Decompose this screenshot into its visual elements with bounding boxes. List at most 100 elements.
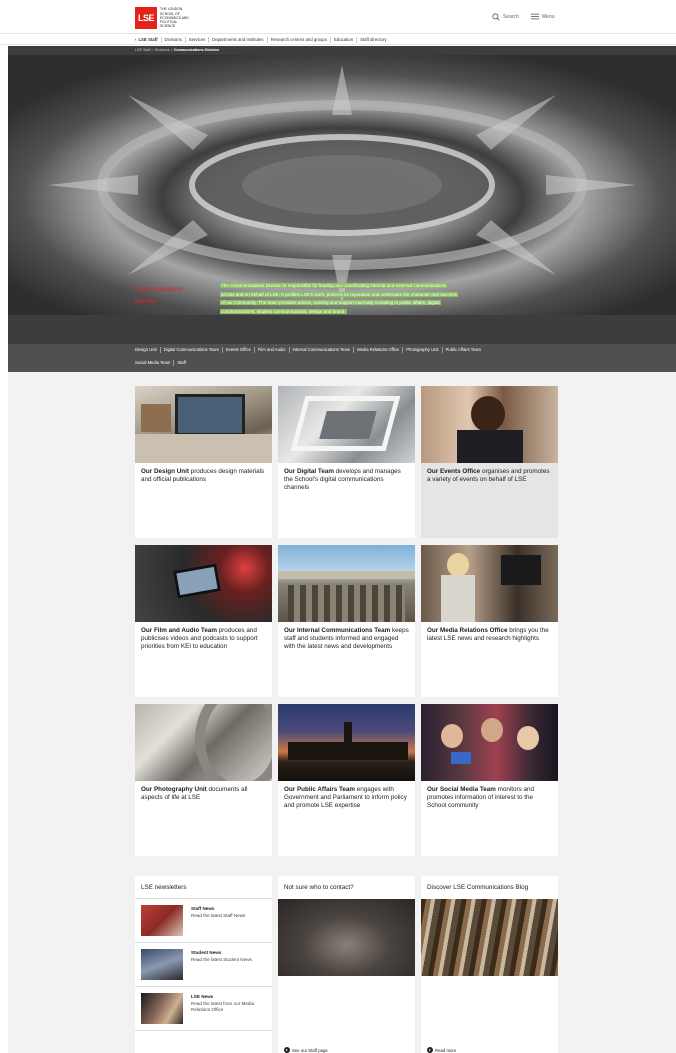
subnav-staff[interactable]: Staff [174,360,189,366]
card-digital-team[interactable]: Our Digital Team develops and manages th… [278,386,415,538]
breadcrumb-separator: > [170,48,173,52]
hero-banner: LSE Staff > Divisions > Communications D… [8,46,676,372]
card-design-unit[interactable]: Our Design Unit produces design material… [135,386,272,538]
nav-back-label: LSE Staff [138,36,158,42]
card-title: Our Internal Communications Team [284,627,391,634]
card-text: Our Photography Unit documents all aspec… [141,786,267,802]
card-events-office[interactable]: Our Events Office organises and promotes… [421,386,558,538]
search-icon [492,13,500,21]
subnav-film-and-audio[interactable]: Film and Audio [255,347,290,353]
blog-heading: Discover LSE Communications Blog [427,884,529,891]
breadcrumb: LSE Staff > Divisions > Communications D… [135,48,219,52]
subnav-design-unit[interactable]: Design Unit [135,347,161,353]
nav-item-services[interactable]: Services [186,36,210,43]
student-news-thumbnail [141,949,183,980]
card-title: Our Events Office [427,468,481,475]
lse-logo-text: The London School of Economics and Polit… [160,7,189,29]
newsletter-staff-news[interactable]: Staff News Read the latest Staff News [135,899,272,943]
card-text: Our Digital Team develops and manages th… [284,468,410,492]
search-button[interactable]: Search [492,13,519,21]
subnav-internal-communications[interactable]: Internal Communications Team [290,347,355,353]
contact-panel[interactable]: Not sure who to contact? See our Staff p… [278,876,415,1053]
card-title: Our Film and Audio Team [141,627,217,634]
subnav-digital-communications[interactable]: Digital Communications Team [161,347,223,353]
photography-unit-image [135,704,272,781]
arrow-circle-icon [427,1047,433,1053]
hamburger-icon [531,13,539,20]
media-relations-image [421,545,558,622]
search-label: Search [503,14,519,20]
see-staff-page-label: See our Staff page [292,1047,328,1053]
newsletter-student-news[interactable]: Student News Read the latest Student New… [135,943,272,987]
read-more-link[interactable]: Read more [427,1047,456,1053]
card-text: Our Internal Communications Team keeps s… [284,627,410,651]
arrow-circle-icon [284,1047,290,1053]
design-unit-image [135,386,272,463]
card-text: Our Media Relations Office brings you th… [427,627,553,643]
subnav-events-office[interactable]: Events Office [223,347,255,353]
section-nav: ‹ LSE Staff Divisions Services Department… [0,33,676,45]
card-film-and-audio[interactable]: Our Film and Audio Team produces and pub… [135,545,272,697]
card-public-affairs[interactable]: Our Public Affairs Team engages with Gov… [278,704,415,856]
hero-description-text: The Communications Division is responsib… [220,283,458,314]
digital-team-image [278,386,415,463]
nav-back-lse-staff[interactable]: ‹ LSE Staff [135,36,162,43]
page: LSE The London School of Economics and P… [0,0,676,1053]
site-header: LSE The London School of Economics and P… [0,0,676,32]
card-media-relations[interactable]: Our Media Relations Office brings you th… [421,545,558,697]
nav-item-education[interactable]: Education [331,36,358,43]
newsletter-desc: Read the latest Staff News [191,913,246,918]
card-text: Our Design Unit produces design material… [141,468,267,484]
lse-logo-mark: LSE [135,7,157,29]
newsletter-title: LSE News [191,994,214,999]
menu-label: Menu [542,13,555,20]
newsletter-desc: Read the latest from our Media Relations… [191,1001,255,1012]
card-internal-communications[interactable]: Our Internal Communications Team keeps s… [278,545,415,697]
newsletter-lse-news[interactable]: LSE News Read the latest from our Media … [135,987,272,1031]
see-staff-page-link[interactable]: See our Staff page [284,1047,328,1053]
page-title-line2: Division [135,298,158,305]
menu-button[interactable]: Menu [531,13,555,20]
meeting-room-image [278,899,415,976]
nav-item-staff-directory[interactable]: Staff directory [357,37,389,43]
newsletter-desc: Read the latest Student News [191,957,252,962]
card-title: Our Public Affairs Team [284,786,356,793]
card-photography-unit[interactable]: Our Photography Unit documents all aspec… [135,704,272,856]
blog-image [421,899,558,976]
newsletter-title: Student News [191,950,222,955]
floor-mosaic-image [8,55,676,315]
breadcrumb-divisions[interactable]: Divisions [155,48,170,52]
division-subnav: Design Unit Digital Communications Team … [8,344,676,372]
card-title: Our Design Unit [141,468,189,475]
subnav-media-relations[interactable]: Media Relations Office [354,347,404,353]
hero-description: The Communications Division is responsib… [220,282,460,316]
card-text: Our Social Media Team monitors and promo… [427,786,553,810]
breadcrumb-separator: > [151,48,154,52]
blog-panel[interactable]: Discover LSE Communications Blog Read mo… [421,876,558,1053]
card-title: Our Social Media Team [427,786,496,793]
card-text: Our Film and Audio Team produces and pub… [141,627,267,651]
card-social-media[interactable]: Our Social Media Team monitors and promo… [421,704,558,856]
card-text: Our Public Affairs Team engages with Gov… [284,786,410,810]
subnav-social-media[interactable]: Social Media Team [135,360,175,366]
newsletter-title: Staff News [191,906,215,911]
newsletters-panel: LSE newsletters Staff News Read the late… [135,876,272,1053]
subnav-photography-unit[interactable]: Photography Unit [403,347,443,353]
subnav-public-affairs[interactable]: Public Affairs Team [443,347,484,353]
page-title-line1: Communications [135,286,184,293]
nav-item-departments[interactable]: Departments and Institutes [209,36,268,43]
lse-news-thumbnail [141,993,183,1024]
card-text: Our Events Office organises and promotes… [427,468,553,484]
events-office-image [421,386,558,463]
lse-logo[interactable]: LSE The London School of Economics and P… [135,7,190,29]
nav-item-research-centres[interactable]: Research centres and groups [268,36,331,43]
page-title: Communications Division [135,284,183,308]
read-more-label: Read more [435,1047,457,1053]
staff-news-thumbnail [141,905,183,936]
social-media-image [421,704,558,781]
film-audio-image [135,545,272,622]
newsletters-heading: LSE newsletters [141,884,187,891]
nav-item-divisions[interactable]: Divisions [162,36,186,43]
public-affairs-image [278,704,415,781]
breadcrumb-lse-staff[interactable]: LSE Staff [135,48,151,52]
